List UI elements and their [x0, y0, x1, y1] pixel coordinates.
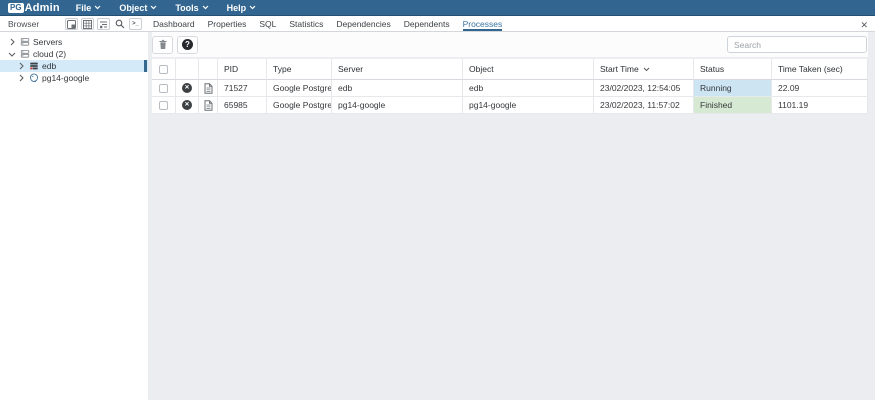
cell-start-time: 23/02/2023, 12:54:05 [594, 80, 694, 97]
tree-node-pg14-google[interactable]: pg14-google [0, 72, 148, 84]
panel-tabs: Dashboard Properties SQL Statistics Depe… [148, 17, 875, 31]
top-navbar: PGAdmin File Object Tools Help [0, 0, 875, 16]
grid-view-icon[interactable] [81, 18, 94, 30]
chevron-down-icon [150, 5, 157, 10]
menu-object[interactable]: Object [119, 3, 157, 13]
tree-node-label: pg14-google [42, 73, 89, 83]
tab-dependents[interactable]: Dependents [404, 17, 450, 31]
processes-table: PID Type Server Object Start Time Status… [152, 59, 868, 114]
status-badge: Finished [694, 97, 772, 114]
column-header-start-time[interactable]: Start Time [594, 59, 694, 80]
object-explorer-tree: Servers cloud (2) edb [0, 32, 148, 84]
chevron-down-icon [202, 5, 209, 10]
server-group-icon [19, 49, 30, 60]
cell-type: Google PostgreSQL [267, 80, 332, 97]
cell-time-taken: 1101.19 [772, 97, 868, 114]
menu-file[interactable]: File [76, 3, 102, 13]
cell-object: edb [463, 80, 594, 97]
tab-sql[interactable]: SQL [259, 17, 276, 31]
tab-dependencies[interactable]: Dependencies [336, 17, 390, 31]
trash-icon [158, 39, 168, 50]
chevron-down-icon [94, 5, 101, 10]
cell-pid: 71527 [218, 80, 267, 97]
stop-process-icon[interactable]: ✕ [182, 100, 192, 110]
tree-node-label: Servers [33, 37, 62, 47]
help-button[interactable]: ? [177, 36, 198, 54]
tab-processes[interactable]: Processes [463, 17, 503, 31]
column-header-status[interactable]: Status [694, 59, 772, 80]
chevron-down-icon[interactable] [8, 50, 16, 58]
pgadmin-logo: PGAdmin [8, 2, 60, 14]
cell-server: edb [332, 80, 463, 97]
tab-statistics[interactable]: Statistics [289, 17, 323, 31]
browser-tree-panel: Servers cloud (2) edb [0, 32, 148, 400]
search-icon[interactable] [113, 18, 126, 30]
details-column-header [199, 59, 218, 80]
tree-filter-icon[interactable] [97, 18, 110, 30]
cell-server: pg14-google [332, 97, 463, 114]
column-header-object[interactable]: Object [463, 59, 594, 80]
postgresql-server-icon [28, 73, 39, 84]
chevron-right-icon[interactable] [17, 74, 25, 82]
status-badge: Running [694, 80, 772, 97]
processes-panel: ? PID Type Server Object Start Time Stat… [148, 32, 875, 400]
processes-toolbar: ? [152, 32, 868, 57]
stop-column-header [176, 59, 199, 80]
browser-panel-title: Browser [8, 19, 39, 29]
column-header-pid[interactable]: PID [218, 59, 267, 80]
cell-type: Google PostgreSQL [267, 97, 332, 114]
chevron-down-icon [249, 5, 256, 10]
menu-tools[interactable]: Tools [175, 3, 208, 13]
row-checkbox[interactable] [159, 101, 168, 110]
tree-node-cloud[interactable]: cloud (2) [0, 48, 148, 60]
server-group-icon [19, 37, 30, 48]
search-input[interactable] [727, 36, 867, 53]
chevron-right-icon[interactable] [17, 62, 25, 70]
tree-node-edb[interactable]: edb [0, 60, 148, 72]
tree-node-servers[interactable]: Servers [0, 36, 148, 48]
close-panel-icon[interactable]: ✕ [860, 19, 868, 31]
tree-node-label: cloud (2) [33, 49, 66, 59]
cell-time-taken: 22.09 [772, 80, 868, 97]
menu-bar: File Object Tools Help [76, 3, 256, 13]
menu-help[interactable]: Help [227, 3, 257, 13]
tree-node-label: edb [42, 61, 56, 71]
process-row: ✕ 65985 Google PostgreSQL pg14-google pg… [152, 97, 868, 114]
tree-scrollbar-thumb[interactable] [144, 60, 147, 72]
secondary-bar: Browser >_ Dashboard Properties SQL Stat… [0, 17, 875, 32]
process-details-icon[interactable] [204, 100, 213, 111]
select-all-checkbox[interactable] [159, 65, 168, 74]
tab-properties[interactable]: Properties [208, 17, 247, 31]
cell-object: pg14-google [463, 97, 594, 114]
object-panel-icon[interactable] [65, 18, 78, 30]
cell-start-time: 23/02/2023, 11:57:02 [594, 97, 694, 114]
process-row: ✕ 71527 Google PostgreSQL edb edb 23/02/… [152, 80, 868, 97]
logo-admin-text: Admin [25, 2, 60, 14]
logo-pg-badge: PG [8, 3, 24, 13]
cell-pid: 65985 [218, 97, 267, 114]
delete-process-button[interactable] [152, 36, 173, 54]
browser-toolbar: >_ [65, 18, 142, 30]
column-header-server[interactable]: Server [332, 59, 463, 80]
edb-server-icon [28, 61, 39, 72]
column-header-time-taken[interactable]: Time Taken (sec) [772, 59, 868, 80]
tab-dashboard[interactable]: Dashboard [153, 17, 195, 31]
help-icon: ? [182, 39, 193, 50]
stop-process-icon[interactable]: ✕ [182, 83, 192, 93]
chevron-right-icon[interactable] [8, 38, 16, 46]
terminal-icon[interactable]: >_ [129, 18, 142, 30]
sort-desc-icon [643, 67, 650, 72]
browser-panel-header: Browser >_ [0, 17, 148, 31]
column-header-type[interactable]: Type [267, 59, 332, 80]
process-details-icon[interactable] [204, 83, 213, 94]
table-header-row: PID Type Server Object Start Time Status… [152, 59, 868, 80]
row-checkbox[interactable] [159, 84, 168, 93]
